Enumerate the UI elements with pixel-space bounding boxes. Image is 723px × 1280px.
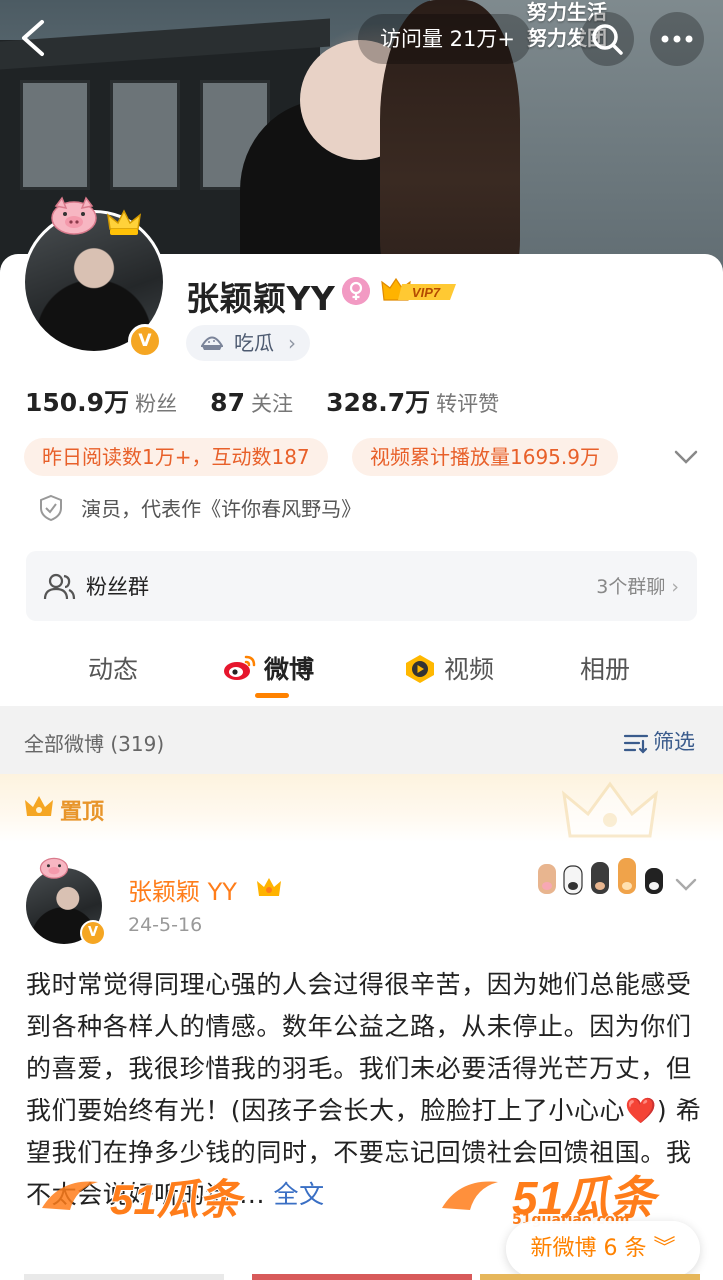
visits-counter: 访问量 21万+: [358, 14, 531, 64]
pinned-header: 置顶: [0, 774, 723, 842]
back-button[interactable]: [14, 16, 54, 60]
shield-check-icon: [40, 494, 62, 521]
site-watermark: 51瓜条: [40, 1170, 280, 1230]
pinned-label: 置顶: [60, 800, 105, 825]
verification-info: 演员，代表作《许你春风野马》: [38, 493, 361, 523]
fans-group-entry[interactable]: 粉丝群 3个群聊 ›: [26, 551, 697, 621]
read-full-link[interactable]: 全文: [274, 1180, 325, 1209]
group-chats-count: 3个群聊 ›: [596, 576, 679, 598]
filter-bar: 全部微博 (319) 筛选: [0, 706, 723, 774]
video-play-icon: [406, 655, 434, 683]
tab-dynamic[interactable]: 动态: [88, 650, 138, 686]
active-tab-indicator: [255, 693, 289, 698]
pig-decoration-icon: [39, 857, 69, 879]
weibo-logo-icon: [224, 655, 256, 680]
chigua-tag-button[interactable]: 吃瓜 ›: [186, 325, 310, 361]
filter-button[interactable]: 筛选: [623, 726, 695, 756]
filter-icon: [623, 734, 649, 754]
svg-text:VIP7: VIP7: [412, 285, 441, 300]
profile-tabs: 动态 微博 视频 相册: [0, 634, 723, 706]
chigua-label: 吃瓜: [234, 331, 274, 355]
post-author-name[interactable]: 张颖颖 YY: [128, 872, 237, 907]
female-gender-icon: [342, 277, 370, 305]
chevron-left-icon: [22, 20, 44, 56]
search-icon: [592, 24, 623, 55]
gold-bow-decoration-icon: [106, 209, 142, 235]
profile-stats: 150.9万 粉丝 87 关注 328.7万 转评赞: [25, 383, 527, 419]
chevron-right-icon: ›: [671, 576, 679, 598]
crown-badge-icon: [257, 878, 281, 896]
verified-badge: V: [80, 920, 106, 946]
stat-reposts-likes[interactable]: 328.7万 转评赞: [326, 388, 527, 417]
fans-group-label: 粉丝群: [86, 575, 149, 599]
tab-album[interactable]: 相册: [580, 650, 630, 686]
melon-icon: [201, 336, 223, 350]
search-button[interactable]: [580, 12, 634, 66]
read-stats-pill[interactable]: 昨日阅读数1万+，互动数187: [24, 438, 328, 476]
chevron-down-icon[interactable]: [672, 446, 700, 468]
all-posts-count: 全部微博 (319): [24, 732, 165, 756]
watermark-logo: 51瓜条: [42, 1175, 247, 1224]
stat-following[interactable]: 87 关注: [210, 388, 321, 417]
next-post-preview-strip: [0, 1274, 723, 1280]
crown-watermark-icon: [561, 781, 659, 838]
profile-name: 张颖颖YY: [186, 279, 336, 318]
top-bar: 访问量 21万+: [0, 0, 723, 80]
video-stats-pill[interactable]: 视频累计播放量1695.9万: [352, 438, 618, 476]
verified-badge: V: [128, 324, 162, 358]
post-menu-chevron-down-icon[interactable]: [674, 876, 698, 894]
tab-video[interactable]: 视频: [402, 650, 494, 686]
stat-followers[interactable]: 150.9万 粉丝: [25, 388, 205, 417]
tab-weibo[interactable]: 微博: [222, 650, 314, 686]
new-posts-button[interactable]: 新微博 6 条 ︾: [506, 1221, 700, 1277]
verification-text: 演员，代表作《许你春风野马》: [81, 497, 362, 521]
double-chevron-down-icon: ︾: [653, 1236, 676, 1261]
vip-badge[interactable]: VIP7: [378, 276, 458, 306]
group-users-icon: [43, 573, 76, 600]
more-button[interactable]: [650, 12, 704, 66]
svg-text:51瓜条: 51瓜条: [110, 1176, 246, 1223]
crown-icon: [25, 796, 53, 816]
cat-paws-sticker-icon: [538, 858, 663, 895]
post-date: 24-5-16: [128, 914, 203, 936]
chevron-right-icon: ›: [288, 331, 296, 355]
pig-decoration-icon: [51, 196, 97, 235]
more-dots-icon: [661, 35, 693, 43]
